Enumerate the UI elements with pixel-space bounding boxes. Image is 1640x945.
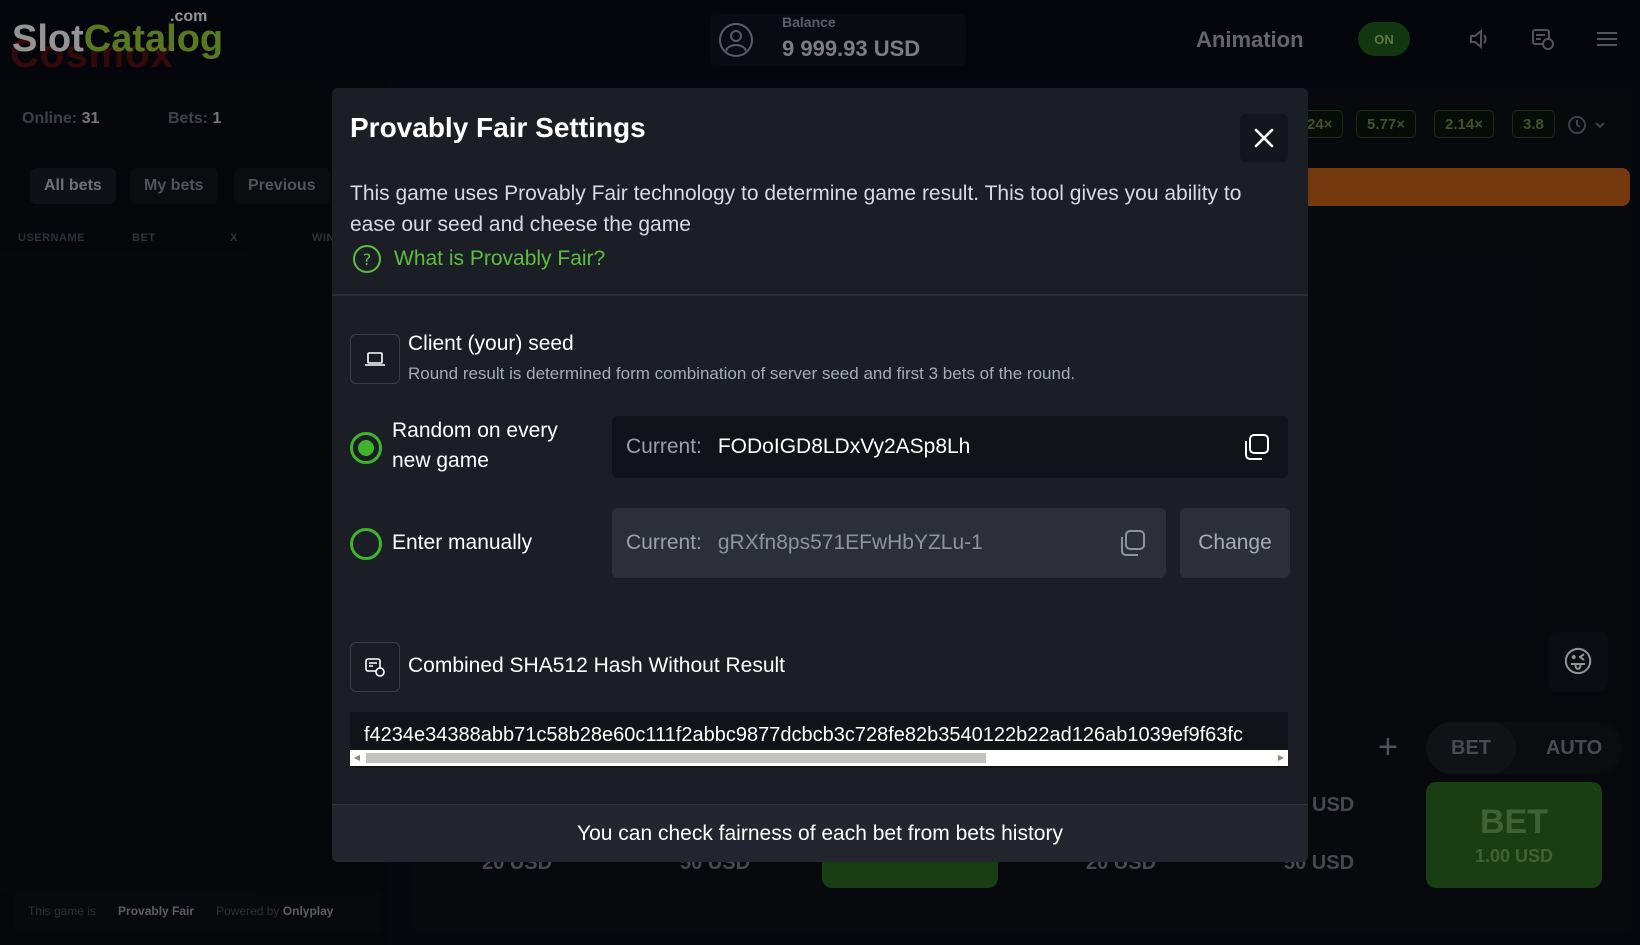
divider bbox=[332, 294, 1308, 296]
manual-seed-value: gRXfn8ps571EFwHbYZLu-1 bbox=[717, 531, 983, 554]
change-button[interactable]: Change bbox=[1180, 508, 1290, 578]
current-label: Current: bbox=[626, 435, 702, 458]
copy-icon[interactable] bbox=[1116, 527, 1148, 559]
scroll-right-icon[interactable]: ▶ bbox=[1276, 753, 1286, 763]
radio-random[interactable] bbox=[350, 432, 382, 464]
radio-manual[interactable] bbox=[350, 528, 382, 560]
close-button[interactable] bbox=[1240, 114, 1288, 162]
manual-seed-field[interactable]: Current: gRXfn8ps571EFwHbYZLu-1 bbox=[612, 508, 1166, 578]
radio-manual-label[interactable]: Enter manually bbox=[392, 528, 532, 558]
hash-icon-box bbox=[350, 642, 400, 692]
copy-icon[interactable] bbox=[1240, 431, 1272, 463]
svg-text:?: ? bbox=[363, 250, 372, 269]
close-icon bbox=[1254, 128, 1274, 148]
current-label: Current: bbox=[626, 531, 702, 554]
radio-random-label[interactable]: Random on every new game bbox=[392, 416, 558, 476]
laptop-icon bbox=[365, 352, 385, 366]
modal-title: Provably Fair Settings bbox=[350, 112, 646, 143]
what-is-provably-fair-link[interactable]: ? What is Provably Fair? bbox=[352, 244, 605, 274]
client-seed-subtitle: Round result is determined form combinat… bbox=[408, 364, 1076, 383]
modal-footer: You can check fairness of each bet from … bbox=[332, 804, 1308, 862]
hash-value: f4234e34388abb71c58b28e60c111f2abbc9877d… bbox=[364, 724, 1243, 746]
scroll-left-icon[interactable]: ◀ bbox=[352, 753, 362, 763]
help-link-text: What is Provably Fair? bbox=[394, 247, 606, 270]
hash-scrollbar[interactable]: ◀ ▶ bbox=[350, 750, 1288, 766]
certificate-icon bbox=[365, 658, 385, 677]
game-app: Cosmox SlotCatalog .com Balance 9 999.93… bbox=[0, 0, 1640, 945]
provably-fair-modal: Provably Fair Settings This game uses Pr… bbox=[332, 88, 1308, 862]
scroll-thumb[interactable] bbox=[366, 753, 986, 763]
laptop-icon-box bbox=[350, 334, 400, 384]
hash-title: Combined SHA512 Hash Without Result bbox=[408, 654, 786, 677]
random-seed-field: Current: FODoIGD8LDxVy2ASp8Lh bbox=[612, 416, 1288, 478]
question-icon: ? bbox=[353, 245, 381, 273]
modal-description: This game uses Provably Fair technology … bbox=[350, 182, 1242, 236]
random-seed-value: FODoIGD8LDxVy2ASp8Lh bbox=[717, 435, 971, 458]
client-seed-title: Client (your) seed bbox=[408, 332, 574, 355]
